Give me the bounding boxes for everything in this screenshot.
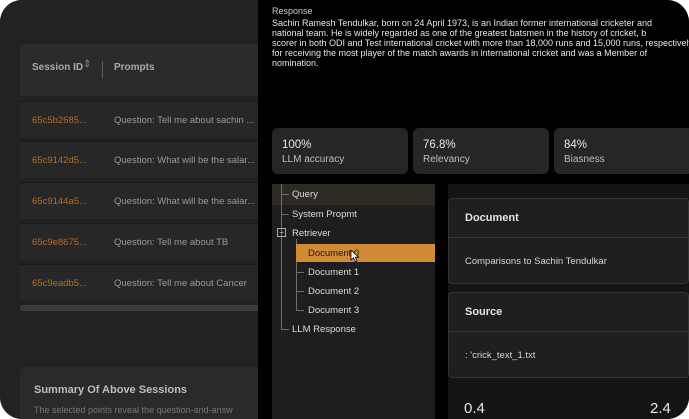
prompt-cell: Question: What will be the salar... <box>114 155 255 166</box>
tree-guide-line <box>281 194 289 195</box>
response-line: for receiving the most player of the mat… <box>272 48 648 58</box>
score-value-left: 0.4 <box>464 400 485 417</box>
metric-card-accuracy: 100% LLM accuracy <box>272 128 408 174</box>
column-resize-handle[interactable] <box>102 61 103 79</box>
response-line: scorer in both ODI and Test internationa… <box>272 38 689 48</box>
metric-value: 84% <box>564 139 588 151</box>
session-id-cell[interactable]: 65c9144a5... <box>32 196 87 207</box>
summary-text: The selected points reveal the question-… <box>34 405 233 415</box>
sort-icon[interactable]: ⇕ <box>83 59 91 70</box>
response-line: nomination. <box>272 58 319 68</box>
session-id-cell[interactable]: 65c9e8675... <box>32 237 87 248</box>
document-header: Document <box>465 212 519 224</box>
tree-item-document-1[interactable]: Document 1 <box>308 267 359 278</box>
source-value: : 'crick_text_1.txt <box>465 350 536 361</box>
session-id-cell[interactable]: 65c9142d5... <box>32 155 87 166</box>
tree-guide-line <box>281 184 282 330</box>
prompt-cell: Question: Tell me about Cancer <box>114 278 247 289</box>
table-header: Session ID ⇕ Prompts <box>20 44 260 96</box>
response-text: Sachin Ramesh Tendulkar, born on 24 Apri… <box>272 18 689 68</box>
tree-guide-line <box>281 329 289 330</box>
tree-item-query[interactable]: Query <box>292 189 318 200</box>
trace-tree: Query System Propmt − Retriever Document… <box>272 184 435 419</box>
prompt-cell: Question: Tell me about TB <box>114 237 229 248</box>
card-divider <box>449 331 689 332</box>
source-card: Source : 'crick_text_1.txt <box>448 292 689 378</box>
prompt-cell: Question: Tell me about sachin ... <box>114 115 255 126</box>
column-header-prompts[interactable]: Prompts <box>114 62 155 73</box>
table-row[interactable]: 65c9e8675... Question: Tell me about TB <box>20 223 260 260</box>
horizontal-scrollbar[interactable] <box>20 305 260 311</box>
metric-value: 76.8% <box>423 139 456 151</box>
tree-guide-line <box>296 310 304 311</box>
table-row[interactable]: 65c9142d5... Question: What will be the … <box>20 141 260 178</box>
prompt-cell: Question: What will be the salar... <box>114 196 255 207</box>
metric-label: Relevancy <box>423 154 470 165</box>
document-value: Comparisons to Sachin Tendulkar <box>465 256 607 267</box>
app-window: Session ID ⇕ Prompts 65c5b2685... Questi… <box>0 0 689 419</box>
tree-guide-line <box>281 214 289 215</box>
table-row[interactable]: 65c9144a5... Question: What will be the … <box>20 182 260 219</box>
document-card: Document Comparisons to Sachin Tendulkar <box>448 198 689 284</box>
metric-card-relevancy: 76.8% Relevancy <box>413 128 549 174</box>
tree-guide-line <box>296 291 304 292</box>
session-id-cell[interactable]: 65c5b2685... <box>32 115 87 126</box>
mouse-pointer-icon <box>350 250 360 262</box>
metric-label: LLM accuracy <box>282 154 345 165</box>
tree-item-retriever[interactable]: Retriever <box>292 228 331 239</box>
score-value-right: 2.4 <box>650 400 671 417</box>
metric-card-biasness: 84% Biasness <box>554 128 689 174</box>
session-id-cell[interactable]: 65c9eadb5... <box>32 278 87 289</box>
tree-item-llm-response[interactable]: LLM Response <box>292 324 356 335</box>
metric-label: Biasness <box>564 154 605 165</box>
metric-value: 100% <box>282 139 312 151</box>
session-detail-panel: Response Sachin Ramesh Tendulkar, born o… <box>258 0 689 419</box>
tree-item-system-prompt[interactable]: System Propmt <box>292 209 357 220</box>
tree-guide-line <box>296 272 304 273</box>
collapse-icon[interactable]: − <box>277 228 286 237</box>
summary-card: Summary Of Above Sessions The selected p… <box>20 367 260 419</box>
response-label: Response <box>272 6 313 16</box>
sessions-panel: Session ID ⇕ Prompts 65c5b2685... Questi… <box>0 0 260 419</box>
card-divider <box>449 237 689 238</box>
source-header: Source <box>465 306 503 318</box>
table-row[interactable]: 65c5b2685... Question: Tell me about sac… <box>20 101 260 138</box>
response-line: Sachin Ramesh Tendulkar, born on 24 Apri… <box>272 18 653 28</box>
response-line: national team. He is widely regarded as … <box>272 28 647 38</box>
tree-item-document-2[interactable]: Document 2 <box>308 286 359 297</box>
node-detail-panel: Document Comparisons to Sachin Tendulkar… <box>448 184 689 419</box>
tree-item-document-3[interactable]: Document 3 <box>308 305 359 316</box>
column-header-session-id[interactable]: Session ID <box>32 62 83 73</box>
summary-title: Summary Of Above Sessions <box>34 384 188 396</box>
table-row[interactable]: 65c9eadb5... Question: Tell me about Can… <box>20 264 260 301</box>
